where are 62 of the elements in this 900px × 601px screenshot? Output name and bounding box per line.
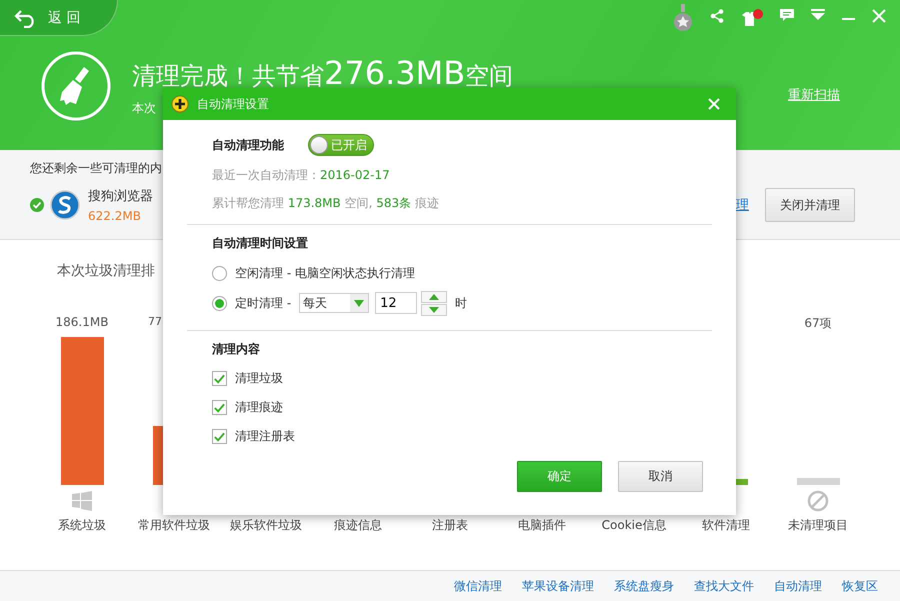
close-icon[interactable] xyxy=(708,98,720,110)
medal-icon[interactable] xyxy=(673,4,693,32)
checkbox[interactable] xyxy=(212,400,227,415)
footer-link[interactable]: 微信清理 xyxy=(454,578,502,594)
category-label: 常用软件垃圾 xyxy=(138,517,210,534)
caret-icon xyxy=(354,300,364,306)
value-label: 186.1MB xyxy=(56,315,108,329)
result-subtitle: 本次 xyxy=(132,100,156,117)
radio-option[interactable]: 空闲清理 - 电脑空闲状态执行清理 xyxy=(212,264,415,282)
checkbox-option[interactable]: 清理注册表 xyxy=(212,422,712,451)
result-title: 清理完成！共节省276.3MB空间 xyxy=(132,54,514,92)
category-label: 注册表 xyxy=(432,517,468,534)
hour-field[interactable]: 12 xyxy=(375,292,418,314)
share-icon[interactable] xyxy=(710,9,724,23)
footer-link[interactable]: 自动清理 xyxy=(774,578,822,594)
checkbox[interactable] xyxy=(212,429,227,444)
check-icon[interactable] xyxy=(30,198,44,212)
ok-button[interactable]: 确定 xyxy=(517,461,602,492)
checkbox-option[interactable]: 清理痕迹 xyxy=(212,393,712,422)
forbidden-icon xyxy=(807,490,829,512)
app-name: 搜狗浏览器 xyxy=(88,188,153,205)
footer-link[interactable]: 恢复区 xyxy=(842,578,878,594)
category-label: 电脑插件 xyxy=(518,517,566,534)
chart-title: 本次垃圾清理排 xyxy=(57,262,155,280)
hour-spinner[interactable] xyxy=(421,290,448,316)
checkbox[interactable] xyxy=(212,371,227,386)
category-label: 娱乐软件垃圾 xyxy=(230,517,302,534)
total-clean-info: 累计帮您清理 173.8MB 空间, 583条 痕迹 xyxy=(212,195,440,212)
close-and-clean-button[interactable]: 关闭并清理 xyxy=(765,188,855,222)
plus-logo-icon xyxy=(171,95,189,113)
shirt-icon[interactable] xyxy=(741,9,763,27)
clean-link[interactable]: 理 xyxy=(736,196,749,214)
cancel-button[interactable]: 取消 xyxy=(618,461,703,492)
back-button[interactable]: 返 回 xyxy=(0,0,118,36)
frequency-dropdown[interactable]: 每天 xyxy=(299,293,370,313)
radio-option[interactable]: 定时清理 - xyxy=(212,294,292,312)
value-label: 67项 xyxy=(804,316,832,330)
section-title: 自动清理时间设置 xyxy=(212,235,309,252)
app-size: 622.2MB xyxy=(88,209,142,223)
broom-icon xyxy=(40,50,112,122)
last-clean-info: 最近一次自动清理：2016-02-17 xyxy=(212,167,391,184)
section-title: 清理内容 xyxy=(212,341,261,358)
remaining-notice: 您还剩余一些可清理的内 xyxy=(30,160,162,177)
footer-link[interactable]: 查找大文件 xyxy=(694,578,754,594)
switch-label: 自动清理功能 xyxy=(212,136,284,154)
category-label: 未清理项目 xyxy=(788,517,848,534)
windows-icon xyxy=(71,491,93,511)
footer-link[interactable]: 苹果设备清理 xyxy=(522,578,594,594)
menu-icon[interactable] xyxy=(811,9,825,21)
category-label: 软件清理 xyxy=(702,517,750,534)
category-label: Cookie信息 xyxy=(602,517,666,534)
category-label: 痕迹信息 xyxy=(334,517,382,534)
close-icon[interactable] xyxy=(872,9,886,23)
chat-icon[interactable] xyxy=(780,9,794,22)
value-label: 77 xyxy=(148,315,162,328)
dialog-title: 自动清理设置 xyxy=(197,96,269,112)
browser-logo-icon xyxy=(50,190,80,220)
checkbox-option[interactable]: 清理垃圾 xyxy=(212,364,712,393)
category-label: 系统垃圾 xyxy=(58,517,106,534)
hour-unit: 时 xyxy=(455,294,468,312)
toggle-switch[interactable]: 已开启 xyxy=(308,134,374,156)
footer-link[interactable]: 系统盘瘦身 xyxy=(614,578,674,594)
